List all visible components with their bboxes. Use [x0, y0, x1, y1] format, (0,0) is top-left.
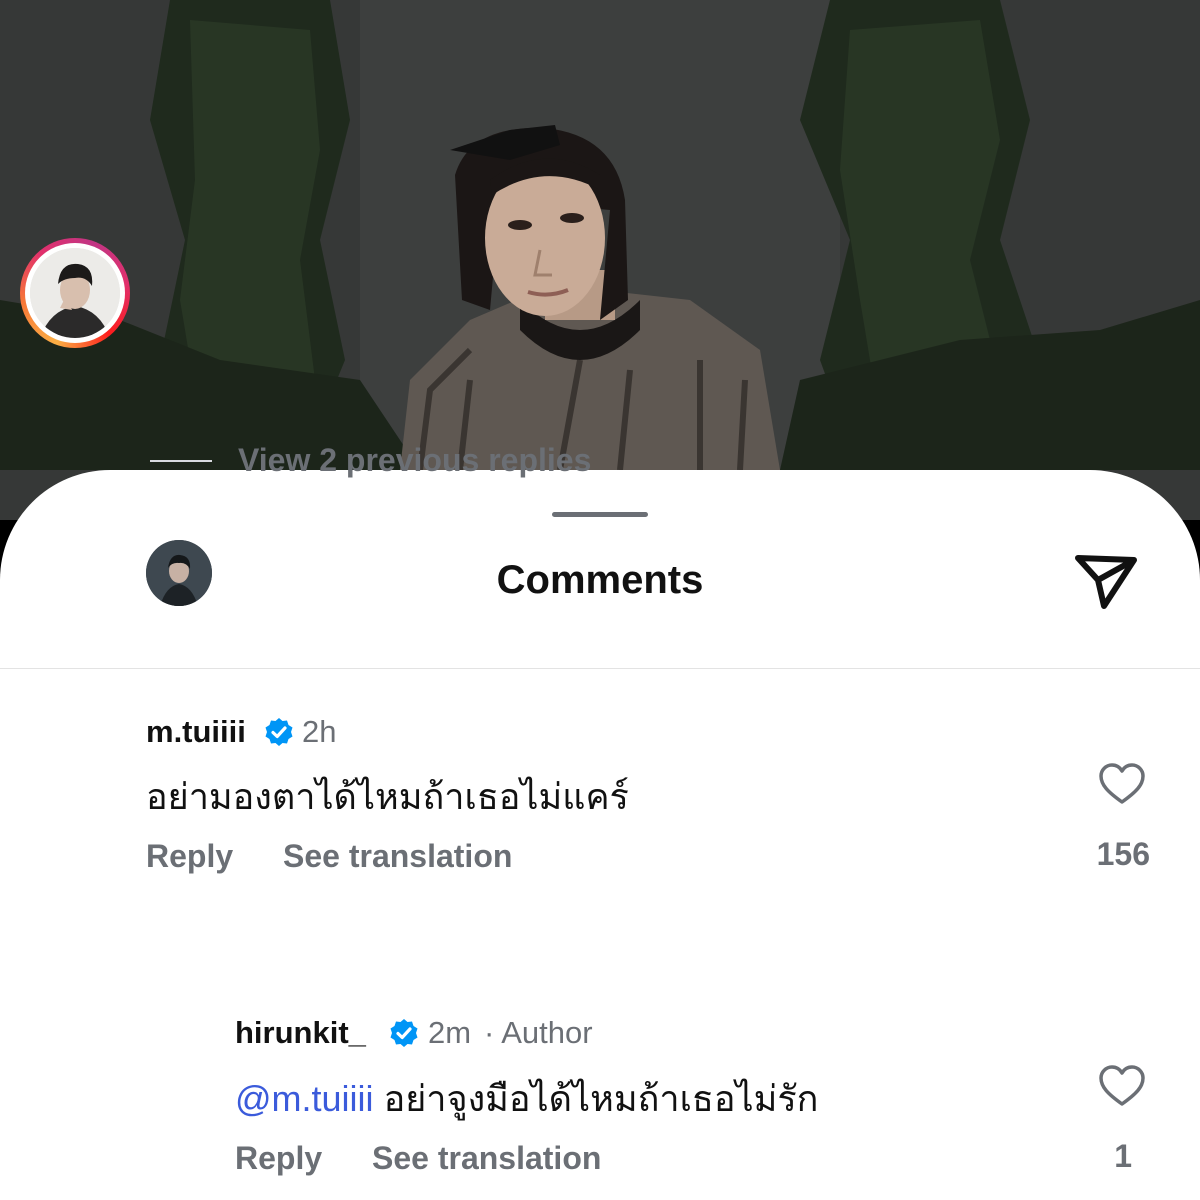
header-divider: [0, 668, 1200, 669]
sheet-grabber[interactable]: [552, 512, 648, 517]
share-button[interactable]: [1070, 548, 1142, 612]
avatar[interactable]: [146, 540, 212, 606]
see-translation-button[interactable]: See translation: [372, 1140, 601, 1177]
comment-username[interactable]: m.tuiiii: [146, 714, 246, 750]
mention-link[interactable]: @m.tuiiii: [235, 1078, 374, 1119]
heart-icon[interactable]: [1098, 1064, 1146, 1108]
paper-plane-icon: [1075, 555, 1137, 609]
comment-time: 2h: [302, 714, 337, 749]
post-photo: [0, 0, 1200, 520]
see-translation-button[interactable]: See translation: [283, 838, 512, 875]
replies-divider-line: [150, 460, 212, 462]
reply-username[interactable]: hirunkit_: [235, 1015, 366, 1051]
like-count: 156: [1096, 836, 1150, 872]
like-count: 1: [1114, 1138, 1132, 1174]
heart-icon[interactable]: [1098, 762, 1146, 806]
verified-badge-icon: [390, 1019, 418, 1047]
reply-text-container: @m.tuiiii อย่าจูงมือได้ไหมถ้าเธอไม่รัก: [235, 1070, 818, 1127]
reply-button[interactable]: Reply: [235, 1140, 322, 1177]
comment-text: อย่ามองตาได้ไหมถ้าเธอไม่แคร์: [146, 776, 629, 817]
avatar[interactable]: [20, 238, 130, 348]
reply-time: 2m: [428, 1015, 472, 1050]
view-previous-replies-button[interactable]: View 2 previous replies: [238, 442, 591, 479]
reply-text: อย่าจูงมือได้ไหมถ้าเธอไม่รัก: [383, 1078, 819, 1119]
reply-button[interactable]: Reply: [146, 838, 233, 875]
verified-badge-icon: [265, 718, 293, 746]
author-tag: · Author: [484, 1015, 593, 1050]
